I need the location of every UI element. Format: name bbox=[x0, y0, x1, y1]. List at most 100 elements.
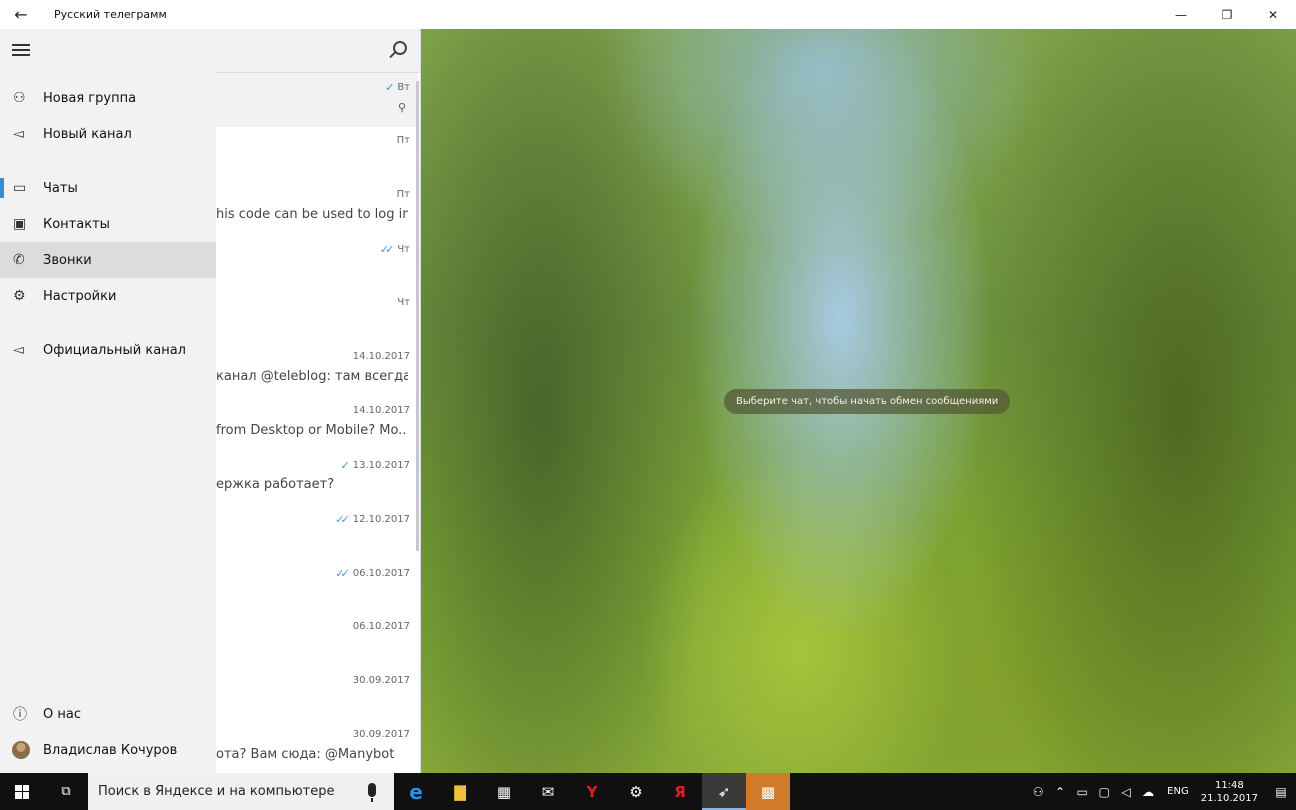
microphone-icon[interactable] bbox=[368, 783, 376, 802]
system-tray: ⚇ ⌃ ▭ ▢ ◁ ☁ ENG 11:48 21.10.2017 ▤ bbox=[1027, 773, 1296, 810]
chat-date-label: 12.10.2017 bbox=[352, 514, 410, 525]
avatar bbox=[12, 741, 30, 759]
menu-item-label: Чаты bbox=[43, 180, 78, 196]
chat-preview: канал @teleblog: там всегда... bbox=[216, 369, 408, 384]
chat-date: Чт bbox=[397, 297, 410, 308]
read-check-icon: ✓✓ bbox=[379, 243, 395, 256]
yandex-icon[interactable]: Я bbox=[658, 773, 702, 810]
chat-list-scrollbar[interactable] bbox=[416, 81, 419, 551]
menu-item-label: Звонки bbox=[43, 252, 92, 268]
menu-item-label: Контакты bbox=[43, 216, 110, 232]
chat-background: Выберите чат, чтобы начать обмен сообщен… bbox=[421, 29, 1296, 773]
menu-item-calls[interactable]: ✆ Звонки bbox=[0, 242, 216, 278]
close-icon[interactable]: ✕ bbox=[1250, 0, 1296, 29]
menu-item-about[interactable]: ⓘ О нас bbox=[0, 696, 216, 732]
selected-indicator bbox=[0, 178, 4, 198]
phone-icon: ✆ bbox=[13, 252, 25, 268]
read-check-icon: ✓✓ bbox=[335, 513, 350, 526]
chevron-up-icon[interactable]: ⌃ bbox=[1049, 785, 1071, 799]
yandex-browser-icon[interactable]: Y bbox=[570, 773, 614, 810]
chat-date: 30.09.2017 bbox=[353, 675, 410, 686]
read-check-icon: ✓ bbox=[340, 459, 350, 472]
chat-date-label: Чт bbox=[397, 297, 410, 308]
select-chat-hint: Выберите чат, чтобы начать обмен сообщен… bbox=[724, 389, 1011, 414]
chat-date-label: 30.09.2017 bbox=[352, 675, 410, 686]
mail-icon[interactable]: ✉ bbox=[526, 773, 570, 810]
chat-date: 14.10.2017 bbox=[353, 351, 410, 362]
weather-cloud-icon[interactable]: ☁ bbox=[1137, 785, 1159, 799]
chat-date: ✓✓ 12.10.2017 bbox=[335, 513, 410, 526]
monitor-icon[interactable]: ▢ bbox=[1093, 785, 1115, 799]
chat-date-label: Пт bbox=[396, 189, 410, 200]
volume-icon[interactable]: ◁ bbox=[1115, 785, 1137, 799]
search-placeholder: Поиск в Яндексе и на компьютере bbox=[98, 784, 335, 799]
menu-item-new-channel[interactable]: ◅ Новый канал bbox=[0, 116, 216, 152]
window-title: Русский телеграмм bbox=[54, 8, 167, 21]
taskbar: ⧉ Поиск в Яндексе и на компьютере e ▇ ▦ … bbox=[0, 773, 1296, 810]
windows-logo-icon bbox=[15, 784, 29, 799]
photo-app-icon[interactable]: ▩ bbox=[746, 773, 790, 810]
maximize-icon[interactable]: ❐ bbox=[1204, 0, 1250, 29]
chat-date: Пт bbox=[397, 135, 410, 146]
chat-date-label: Вт bbox=[397, 82, 410, 93]
menu-item-settings[interactable]: ⚙ Настройки bbox=[0, 278, 216, 314]
start-button[interactable] bbox=[0, 773, 44, 810]
taskbar-search-box[interactable]: Поиск в Яндексе и на компьютере bbox=[88, 773, 394, 810]
megaphone-icon: ◅ bbox=[13, 342, 24, 358]
chat-bubble-icon: ▭ bbox=[13, 180, 27, 196]
chat-date: 30.09.2017 bbox=[353, 729, 410, 740]
notification-center-icon[interactable]: ▤ bbox=[1266, 785, 1296, 799]
edge-browser-icon[interactable]: e bbox=[394, 773, 438, 810]
menu-item-new-group[interactable]: ⚇ Новая группа bbox=[0, 80, 216, 116]
user-name: Владислав Кочуров bbox=[43, 742, 178, 758]
clock-date: 21.10.2017 bbox=[1200, 792, 1258, 804]
chat-preview: ержка работает? bbox=[216, 477, 335, 492]
read-check-icon: ✓ bbox=[385, 81, 394, 94]
contacts-icon: ▣ bbox=[13, 216, 27, 232]
minimize-icon[interactable]: — bbox=[1158, 0, 1204, 29]
people-icon[interactable]: ⚇ bbox=[1027, 785, 1049, 799]
read-check-icon: ✓✓ bbox=[335, 567, 350, 580]
menu-item-contacts[interactable]: ▣ Контакты bbox=[0, 206, 216, 242]
side-menu: ⚇ Новая группа ◅ Новый канал ▭ Чаты ▣ Ко… bbox=[0, 29, 216, 773]
menu-item-label: Официальный канал bbox=[43, 342, 186, 358]
chat-preview: from Desktop or Mobile? Mo... bbox=[216, 423, 408, 438]
search-icon[interactable] bbox=[393, 41, 407, 55]
menu-item-label: Новая группа bbox=[43, 90, 137, 106]
task-view-icon[interactable]: ⧉ bbox=[44, 773, 88, 810]
chat-date: ✓ 13.10.2017 bbox=[341, 459, 410, 472]
menu-item-official-channel[interactable]: ◅ Официальный канал bbox=[0, 332, 216, 368]
chat-date: 14.10.2017 bbox=[353, 405, 410, 416]
chat-date: 06.10.2017 bbox=[353, 621, 410, 632]
window-controls: — ❐ ✕ bbox=[1158, 0, 1296, 29]
chat-date-label: 14.10.2017 bbox=[352, 405, 410, 416]
language-indicator[interactable]: ENG bbox=[1167, 786, 1189, 797]
gear-icon: ⚙ bbox=[13, 288, 26, 304]
file-explorer-icon[interactable]: ▇ bbox=[438, 773, 482, 810]
chat-date: Пт bbox=[397, 189, 410, 200]
hamburger-menu-icon[interactable] bbox=[12, 44, 30, 56]
store-icon[interactable]: ▦ bbox=[482, 773, 526, 810]
menu-item-label: Настройки bbox=[43, 288, 117, 304]
menu-item-label: О нас bbox=[43, 706, 81, 722]
chat-preview: ота? Вам сюда: @Manybot bbox=[216, 747, 395, 762]
menu-item-chats[interactable]: ▭ Чаты bbox=[0, 170, 216, 206]
clock-time: 11:48 bbox=[1214, 779, 1244, 791]
clock[interactable]: 11:48 21.10.2017 bbox=[1201, 779, 1258, 805]
chat-date: ✓✓ Чт bbox=[380, 243, 410, 256]
chat-date: ✓✓ 06.10.2017 bbox=[335, 567, 410, 580]
back-arrow-icon[interactable]: ← bbox=[0, 0, 42, 29]
menu-item-profile[interactable]: Владислав Кочуров bbox=[0, 732, 216, 768]
chat-date-label: 06.10.2017 bbox=[352, 568, 410, 579]
pin-icon: ⚲ bbox=[397, 101, 406, 114]
network-icon[interactable]: ▭ bbox=[1071, 785, 1093, 799]
info-icon: ⓘ bbox=[13, 707, 27, 723]
chat-date-label: 13.10.2017 bbox=[352, 460, 410, 471]
chat-date-label: 30.09.2017 bbox=[352, 729, 410, 740]
new-group-icon: ⚇ bbox=[13, 90, 26, 106]
title-bar: ← Русский телеграмм — ❐ ✕ bbox=[0, 0, 1296, 29]
telegram-rocket-icon[interactable]: ➶ bbox=[702, 773, 746, 810]
chat-date-label: Чт bbox=[397, 244, 410, 255]
settings-gear-icon[interactable]: ⚙ bbox=[614, 773, 658, 810]
chat-date-label: 14.10.2017 bbox=[352, 351, 410, 362]
